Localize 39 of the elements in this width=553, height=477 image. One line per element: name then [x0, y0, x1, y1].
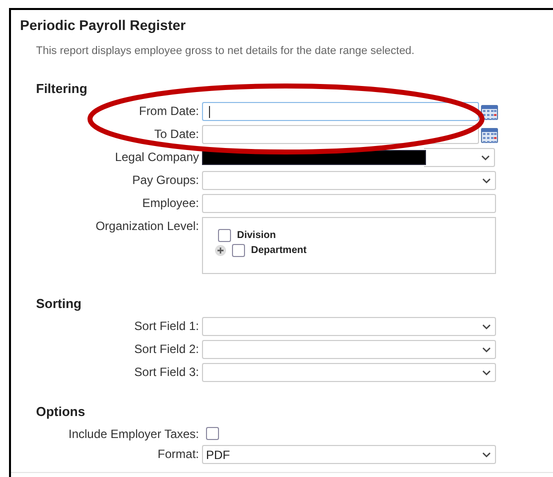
field-label: Include Employer Taxes:: [67, 426, 199, 441]
tree-item-label[interactable]: Division: [237, 230, 276, 241]
select-field[interactable]: [202, 317, 496, 336]
date-field[interactable]: [202, 125, 479, 144]
text-field[interactable]: [202, 194, 496, 213]
chevron-down-icon: [482, 178, 491, 184]
checkbox[interactable]: [218, 229, 231, 242]
checkbox[interactable]: [232, 244, 245, 257]
select-field[interactable]: PDF: [202, 445, 496, 464]
field-label: Sort Field 1:: [133, 318, 199, 333]
tree-item-label[interactable]: Department: [251, 245, 307, 256]
expand-icon[interactable]: [215, 245, 226, 256]
chevron-down-icon: [482, 452, 491, 458]
section-heading: Sorting: [36, 296, 82, 311]
chevron-down-icon: [482, 324, 491, 330]
calendar-icon[interactable]: [481, 126, 498, 142]
field-label: Employee:: [141, 195, 199, 210]
report-title: Periodic Payroll Register: [20, 17, 186, 33]
select-field[interactable]: [202, 340, 496, 359]
select-field[interactable]: [202, 363, 496, 382]
calendar-icon[interactable]: [481, 104, 498, 120]
field-label: Format:: [156, 446, 199, 461]
select-field[interactable]: [202, 171, 496, 190]
chevron-down-icon: [481, 154, 490, 160]
report-description: This report displays employee gross to net details for the date range selected.: [36, 45, 414, 57]
date-field[interactable]: [202, 102, 479, 121]
select-field[interactable]: [424, 148, 495, 167]
field-label: Sort Field 3:: [133, 364, 199, 379]
field-label: Legal Company: [114, 149, 199, 164]
section-heading: Options: [36, 404, 86, 419]
field-label: Pay Groups:: [131, 172, 199, 187]
field-label: From Date:: [138, 103, 199, 118]
chevron-down-icon: [482, 346, 491, 352]
field-label: Sort Field 2:: [133, 341, 199, 356]
chevron-down-icon: [482, 370, 491, 376]
section-heading: Filtering: [36, 81, 88, 96]
checkbox[interactable]: [206, 427, 219, 440]
field-label: Organization Level:: [94, 218, 199, 233]
field-label: To Date:: [153, 126, 199, 141]
